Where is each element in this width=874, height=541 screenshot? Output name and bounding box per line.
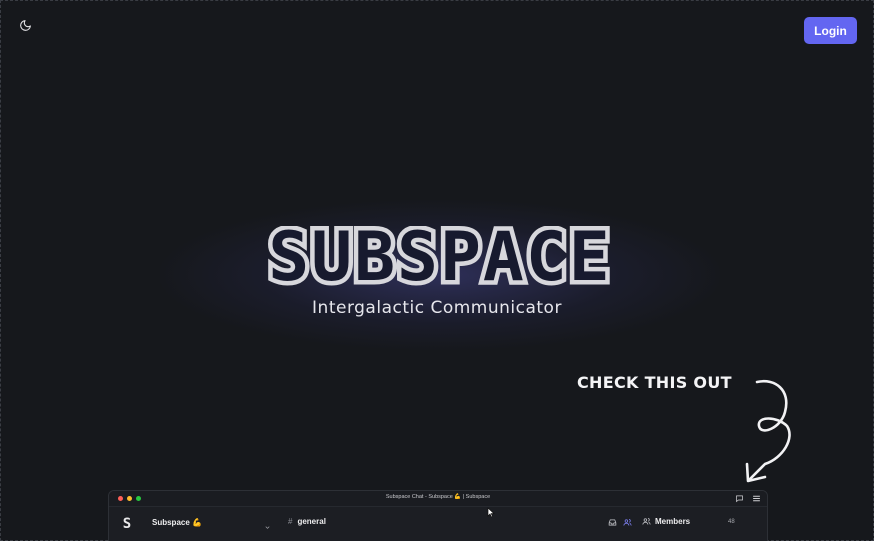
logo-text: SUBSPACE (268, 226, 612, 296)
members-label: Members (655, 517, 691, 526)
subspace-logo: SUBSPACE (264, 226, 615, 296)
server-logo[interactable]: S (119, 516, 135, 532)
members-header: Members (642, 517, 728, 526)
users-icon[interactable] (623, 518, 632, 527)
window-titlebar: Subspace Chat - Subspace 💪 | Subspace (109, 491, 767, 507)
curly-arrow-icon (745, 379, 791, 483)
members-count: 48 (728, 519, 735, 525)
chevron-down-icon[interactable] (264, 524, 271, 531)
chat-bubble-icon[interactable] (735, 494, 744, 503)
channel-header: # general (288, 517, 608, 526)
theme-toggle-button[interactable] (14, 14, 36, 36)
server-name[interactable]: Subspace 💪 (152, 518, 264, 527)
channel-name: general (297, 517, 326, 526)
hero-tagline: Intergalactic Communicator (312, 298, 562, 318)
hash-icon: # (288, 517, 293, 526)
app-preview-window: Subspace Chat - Subspace 💪 | Subspace S … (108, 490, 768, 541)
members-icon (642, 518, 651, 525)
login-button[interactable]: Login (804, 17, 857, 44)
callout-text: CHECK THIS OUT (577, 373, 732, 392)
menu-icon[interactable] (752, 494, 761, 503)
window-title: Subspace Chat - Subspace 💪 | Subspace (385, 494, 491, 500)
mouse-cursor-icon (487, 507, 495, 518)
inbox-icon[interactable] (608, 518, 617, 527)
moon-icon (19, 19, 31, 31)
